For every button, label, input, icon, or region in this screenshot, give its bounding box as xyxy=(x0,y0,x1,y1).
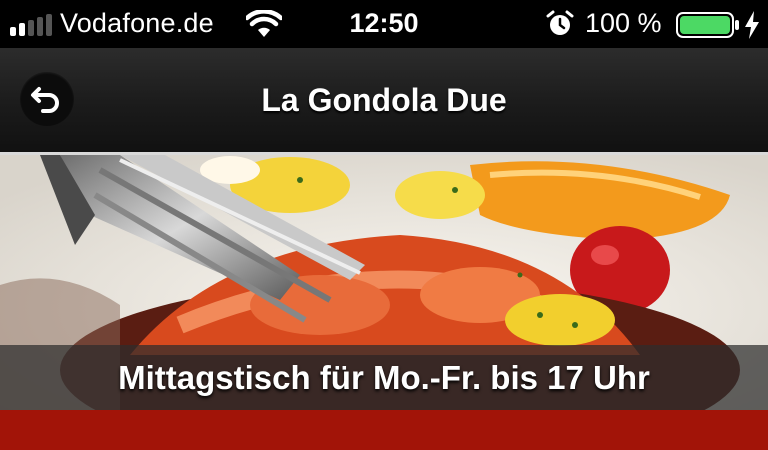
hero-caption: Mittagstisch für Mo.-Fr. bis 17 Uhr xyxy=(118,359,650,396)
charging-icon xyxy=(745,11,759,39)
status-bar: Vodafone.de 12:50 100 % xyxy=(0,0,768,48)
accent-bar xyxy=(0,410,768,450)
battery-percentage: 100 % xyxy=(585,8,662,38)
back-button[interactable] xyxy=(20,72,74,126)
navigation-bar: La Gondola Due xyxy=(0,48,768,155)
battery-icon xyxy=(676,12,739,38)
alarm-icon xyxy=(546,10,574,35)
page-title: La Gondola Due xyxy=(261,82,507,118)
caption-bar: Mittagstisch für Mo.-Fr. bis 17 Uhr xyxy=(0,345,768,410)
back-arrow-icon xyxy=(31,87,59,113)
hero-banner[interactable]: Mittagstisch für Mo.-Fr. bis 17 Uhr xyxy=(0,155,768,410)
